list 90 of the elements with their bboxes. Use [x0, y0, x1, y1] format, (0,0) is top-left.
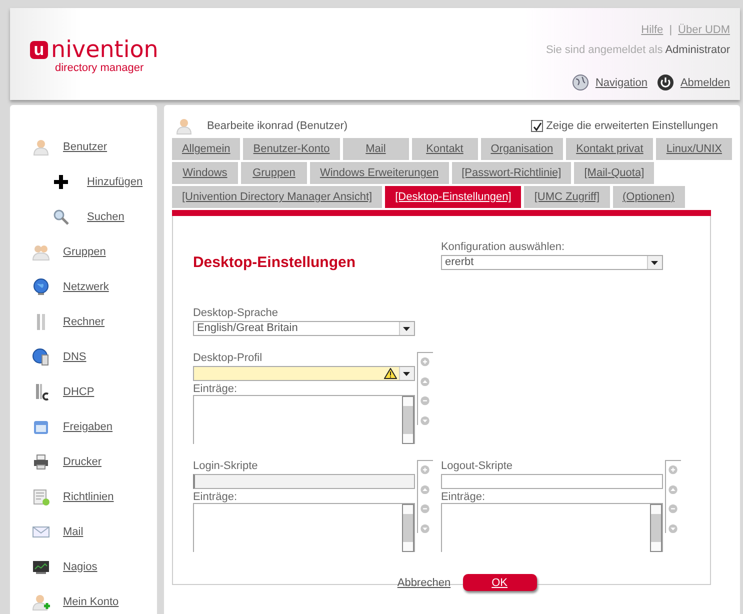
person-icon [32, 138, 50, 156]
ok-button[interactable]: OK [462, 574, 537, 591]
remove-circle-icon[interactable] [667, 504, 680, 514]
field-label: Desktop-Sprache [192, 307, 279, 319]
sidebar-item[interactable]: Suchen [87, 210, 124, 222]
person-icon [174, 117, 193, 135]
dropdown[interactable]: ererbt [440, 255, 663, 270]
tab[interactable]: [Mail-Quota] [574, 162, 654, 184]
person-plus-icon [32, 592, 50, 610]
sidebar-item[interactable]: Freigaben [63, 420, 113, 432]
up-circle-icon[interactable] [419, 376, 432, 386]
checkbox-label: Zeige die erweiterten Einstellungen [546, 120, 718, 132]
sidebar-item[interactable]: DNS [63, 350, 86, 362]
tab[interactable]: Organisation [480, 138, 564, 160]
action-link[interactable]: Navigation [595, 76, 648, 88]
field-label: Desktop-Profil [192, 352, 264, 364]
warning-icon [384, 368, 397, 379]
tab[interactable]: [UMC Zugriff] [524, 186, 610, 208]
logo-mark: u [30, 41, 48, 59]
search-icon [52, 208, 70, 226]
scrollbar[interactable] [402, 504, 414, 552]
sidebar-item[interactable]: Benutzer [63, 140, 108, 152]
sidebar-item[interactable]: DHCP [63, 386, 94, 398]
printer-icon [32, 452, 50, 470]
tab[interactable]: Gruppen [240, 162, 307, 184]
globe-icon [32, 278, 50, 296]
input-field[interactable] [440, 474, 663, 489]
sidebar-item[interactable]: Nagios [63, 560, 98, 572]
entries-list[interactable] [192, 503, 415, 552]
scrollbar[interactable] [650, 504, 662, 552]
dropdown[interactable]: English/Great Britain [192, 321, 415, 336]
action-link[interactable]: Abmelden [680, 76, 730, 88]
add-circle-icon[interactable] [419, 357, 432, 366]
logo-text: nivention [51, 38, 158, 62]
down-circle-icon[interactable] [419, 416, 432, 425]
cancel-link[interactable]: Abbrechen [397, 576, 451, 588]
link-separator: | [669, 24, 672, 36]
entries-label: Einträge: [192, 491, 238, 503]
sidebar-item[interactable]: Richtlinien [63, 490, 114, 502]
checkbox[interactable] [531, 120, 544, 132]
sidebar-item[interactable]: Rechner [63, 316, 105, 328]
up-circle-icon[interactable] [419, 484, 432, 494]
scrollbar[interactable] [402, 396, 414, 444]
down-circle-icon[interactable] [419, 524, 432, 533]
tab[interactable]: Windows [172, 162, 238, 184]
tab[interactable]: Allgemein [172, 138, 240, 160]
tab[interactable]: [Univention Directory Manager Ansicht] [172, 186, 382, 208]
field-label: Logout-Skripte [440, 460, 514, 472]
sidebar-item[interactable]: Hinzufügen [87, 176, 143, 188]
tab[interactable]: [Desktop-Einstellungen] [385, 186, 522, 208]
add-circle-icon[interactable] [667, 465, 680, 474]
sidebar-item[interactable]: Netzwerk [63, 280, 109, 292]
globe-server-icon [32, 348, 50, 366]
sidebar-item[interactable]: Mail [63, 526, 84, 538]
power-icon [657, 74, 674, 91]
sidebar-item[interactable]: Drucker [63, 456, 102, 468]
tab[interactable]: Mail [342, 138, 409, 160]
logo-subtitle: directory manager [55, 62, 145, 74]
tab[interactable]: (Optionen) [612, 186, 684, 208]
input-field[interactable] [192, 474, 415, 489]
user-name: Administrator [665, 44, 730, 56]
dropdown-arrow-icon [651, 260, 658, 264]
tab[interactable]: Kontakt privat [566, 138, 654, 160]
tab[interactable]: [Passwort-Richtlinie] [452, 162, 572, 184]
remove-circle-icon[interactable] [419, 396, 432, 406]
people-icon [32, 242, 50, 260]
down-circle-icon[interactable] [667, 524, 680, 533]
field-label: Konfiguration auswählen: [440, 241, 566, 253]
globe-icon [572, 74, 590, 91]
combo-field[interactable] [192, 366, 415, 381]
add-circle-icon[interactable] [419, 465, 432, 474]
remove-circle-icon[interactable] [419, 504, 432, 514]
editor-title: Bearbeite ikonrad (Benutzer) [206, 120, 348, 132]
entries-label: Einträge: [440, 491, 486, 503]
sidebar-item[interactable]: Gruppen [63, 246, 106, 258]
entries-list[interactable] [192, 395, 415, 444]
entries-label: Einträge: [192, 383, 238, 395]
tab[interactable]: Kontakt [412, 138, 478, 160]
section-title: Desktop-Einstellungen [192, 254, 356, 271]
tab[interactable]: Windows Erweiterungen [310, 162, 449, 184]
tab[interactable]: Benutzer-Konto [243, 138, 340, 160]
entries-list[interactable] [440, 503, 663, 552]
login-text: Sie sind angemeldet als [546, 44, 664, 56]
dropdown-arrow-icon [403, 326, 410, 330]
field-label: Login-Skripte [192, 460, 259, 472]
up-circle-icon[interactable] [667, 484, 680, 494]
tab[interactable]: Linux/UNIX [656, 138, 732, 160]
sidebar-item[interactable]: Mein Konto [63, 596, 119, 608]
dropdown-arrow-icon [403, 372, 410, 376]
plus-icon [52, 172, 70, 190]
